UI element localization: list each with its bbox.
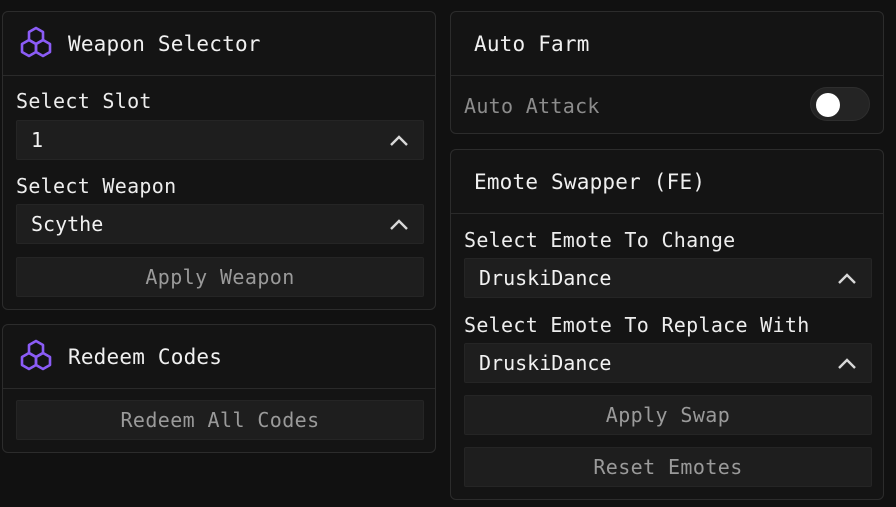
toggle-knob xyxy=(816,93,840,117)
chevron-up-icon xyxy=(390,135,408,146)
auto-attack-label: Auto Attack xyxy=(464,94,600,118)
weapon-value: Scythe xyxy=(31,212,104,236)
auto-farm-panel: Auto Farm Auto Attack xyxy=(450,11,884,134)
weapon-dropdown[interactable]: Scythe xyxy=(16,204,424,244)
emote-change-dropdown[interactable]: DruskiDance xyxy=(464,258,872,298)
emote-replace-value: DruskiDance xyxy=(479,351,612,375)
select-emote-to-change-label: Select Emote To Change xyxy=(464,228,736,252)
chevron-up-icon xyxy=(838,358,856,369)
apply-weapon-button[interactable]: Apply Weapon xyxy=(16,257,424,297)
panel-title: Weapon Selector xyxy=(68,31,261,56)
panel-title: Auto Farm xyxy=(474,31,590,56)
chevron-up-icon xyxy=(838,273,856,284)
weapon-selector-panel: Weapon Selector Select Slot 1 Select Wea… xyxy=(2,11,436,310)
cubes-icon xyxy=(20,339,52,371)
emote-change-value: DruskiDance xyxy=(479,266,612,290)
chevron-up-icon xyxy=(390,219,408,230)
auto-farm-header: Auto Farm xyxy=(451,12,883,76)
emote-replace-dropdown[interactable]: DruskiDance xyxy=(464,343,872,383)
emote-swapper-header: Emote Swapper (FE) xyxy=(451,150,883,214)
cubes-icon xyxy=(20,26,52,58)
redeem-all-codes-button[interactable]: Redeem All Codes xyxy=(16,400,424,440)
weapon-selector-header: Weapon Selector xyxy=(3,12,435,76)
slot-value: 1 xyxy=(31,128,44,152)
select-weapon-label: Select Weapon xyxy=(16,174,177,198)
panel-title: Emote Swapper (FE) xyxy=(474,169,706,194)
select-slot-label: Select Slot xyxy=(16,89,152,113)
reset-emotes-button[interactable]: Reset Emotes xyxy=(464,447,872,487)
slot-dropdown[interactable]: 1 xyxy=(16,120,424,160)
apply-swap-button[interactable]: Apply Swap xyxy=(464,395,872,435)
emote-swapper-panel: Emote Swapper (FE) Select Emote To Chang… xyxy=(450,149,884,500)
auto-attack-toggle[interactable] xyxy=(810,87,870,121)
redeem-codes-panel: Redeem Codes Redeem All Codes xyxy=(2,324,436,453)
select-emote-to-replace-label: Select Emote To Replace With xyxy=(464,313,810,337)
redeem-codes-header: Redeem Codes xyxy=(3,325,435,389)
panel-title: Redeem Codes xyxy=(68,344,223,369)
